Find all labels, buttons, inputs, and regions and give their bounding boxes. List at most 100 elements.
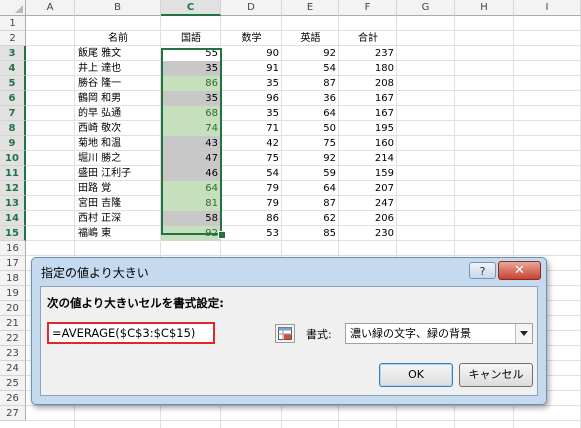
name-cell[interactable]: 勝谷 隆一 — [75, 76, 161, 91]
total-cell[interactable]: 180 — [339, 61, 397, 76]
column-header-h[interactable]: H — [455, 0, 514, 16]
header-cell-sugaku[interactable]: 数学 — [221, 31, 282, 46]
column-header-c[interactable]: C — [161, 0, 221, 16]
row-header-1[interactable]: 1 — [0, 16, 26, 31]
header-cell-name[interactable]: 名前 — [75, 31, 161, 46]
name-cell[interactable]: 堀川 勝之 — [75, 151, 161, 166]
name-cell[interactable]: 井上 達也 — [75, 61, 161, 76]
row-header-12[interactable]: 12 — [0, 181, 26, 196]
total-cell[interactable]: 207 — [339, 181, 397, 196]
row-header-2[interactable]: 2 — [0, 31, 26, 46]
sugaku-cell[interactable]: 42 — [221, 136, 282, 151]
eigo-cell[interactable]: 59 — [282, 166, 339, 181]
sugaku-cell[interactable]: 96 — [221, 91, 282, 106]
name-cell[interactable]: 西崎 敬次 — [75, 121, 161, 136]
row-header-20[interactable]: 20 — [0, 301, 26, 316]
column-header-b[interactable]: B — [75, 0, 161, 16]
name-cell[interactable]: 鶴岡 和男 — [75, 91, 161, 106]
eigo-cell[interactable]: 54 — [282, 61, 339, 76]
total-cell[interactable]: 159 — [339, 166, 397, 181]
total-cell[interactable]: 214 — [339, 151, 397, 166]
row-header-16[interactable]: 16 — [0, 241, 26, 256]
sugaku-cell[interactable]: 54 — [221, 166, 282, 181]
total-cell[interactable]: 167 — [339, 106, 397, 121]
range-picker-button[interactable] — [275, 324, 295, 343]
row-header-22[interactable]: 22 — [0, 331, 26, 346]
eigo-cell[interactable]: 62 — [282, 211, 339, 226]
row-header-7[interactable]: 7 — [0, 106, 26, 121]
sugaku-cell[interactable]: 53 — [221, 226, 282, 241]
row-header-3[interactable]: 3 — [0, 46, 26, 61]
row-header-27[interactable]: 27 — [0, 406, 26, 421]
row-header-9[interactable]: 9 — [0, 136, 26, 151]
cancel-button[interactable]: キャンセル — [459, 363, 533, 387]
header-cell-kokugo[interactable]: 国語 — [161, 31, 221, 46]
sugaku-cell[interactable]: 79 — [221, 181, 282, 196]
row-header-19[interactable]: 19 — [0, 286, 26, 301]
column-header-e[interactable]: E — [282, 0, 339, 16]
ok-button[interactable]: OK — [379, 363, 453, 387]
row-header-26[interactable]: 26 — [0, 391, 26, 406]
eigo-cell[interactable]: 92 — [282, 46, 339, 61]
row-header-24[interactable]: 24 — [0, 361, 26, 376]
name-cell[interactable]: 的早 弘通 — [75, 106, 161, 121]
row-header-15[interactable]: 15 — [0, 226, 26, 241]
eigo-cell[interactable]: 36 — [282, 91, 339, 106]
row-header-6[interactable]: 6 — [0, 91, 26, 106]
column-header-a[interactable]: A — [26, 0, 75, 16]
row-header-17[interactable]: 17 — [0, 256, 26, 271]
row-header-4[interactable]: 4 — [0, 61, 26, 76]
sugaku-cell[interactable]: 75 — [221, 151, 282, 166]
header-cell-total[interactable]: 合計 — [339, 31, 397, 46]
sugaku-cell[interactable]: 35 — [221, 76, 282, 91]
column-header-d[interactable]: D — [221, 0, 282, 16]
header-cell-eigo[interactable]: 英語 — [282, 31, 339, 46]
eigo-cell[interactable]: 92 — [282, 151, 339, 166]
sugaku-cell[interactable]: 71 — [221, 121, 282, 136]
row-header-8[interactable]: 8 — [0, 121, 26, 136]
row-header-18[interactable]: 18 — [0, 271, 26, 286]
eigo-cell[interactable]: 87 — [282, 76, 339, 91]
sugaku-cell[interactable]: 35 — [221, 106, 282, 121]
help-button[interactable]: ? — [469, 262, 496, 279]
close-button[interactable]: ✕ — [498, 261, 541, 280]
name-cell[interactable]: 宮田 吉隆 — [75, 196, 161, 211]
sugaku-cell[interactable]: 79 — [221, 196, 282, 211]
name-cell[interactable]: 飯尾 雅文 — [75, 46, 161, 61]
sugaku-cell[interactable]: 86 — [221, 211, 282, 226]
total-cell[interactable]: 237 — [339, 46, 397, 61]
name-cell[interactable]: 菊地 和温 — [75, 136, 161, 151]
eigo-cell[interactable]: 50 — [282, 121, 339, 136]
total-cell[interactable]: 195 — [339, 121, 397, 136]
row-header-21[interactable]: 21 — [0, 316, 26, 331]
row-header-5[interactable]: 5 — [0, 76, 26, 91]
name-cell[interactable]: 福嶋 東 — [75, 226, 161, 241]
row-header-10[interactable]: 10 — [0, 151, 26, 166]
row-header-14[interactable]: 14 — [0, 211, 26, 226]
column-header-f[interactable]: F — [339, 0, 397, 16]
eigo-cell[interactable]: 75 — [282, 136, 339, 151]
total-cell[interactable]: 160 — [339, 136, 397, 151]
name-cell[interactable]: 西村 正深 — [75, 211, 161, 226]
column-header-g[interactable]: G — [397, 0, 455, 16]
total-cell[interactable]: 167 — [339, 91, 397, 106]
select-all-corner[interactable] — [0, 0, 26, 16]
total-cell[interactable]: 247 — [339, 196, 397, 211]
fill-handle[interactable] — [218, 231, 226, 239]
row-header-25[interactable]: 25 — [0, 376, 26, 391]
eigo-cell[interactable]: 64 — [282, 181, 339, 196]
total-cell[interactable]: 230 — [339, 226, 397, 241]
row-header-23[interactable]: 23 — [0, 346, 26, 361]
total-cell[interactable]: 208 — [339, 76, 397, 91]
name-cell[interactable]: 盛田 江利子 — [75, 166, 161, 181]
sugaku-cell[interactable]: 91 — [221, 61, 282, 76]
value-input[interactable]: =AVERAGE($C$3:$C$15) — [47, 322, 215, 344]
format-dropdown[interactable]: 濃い緑の文字、緑の背景 — [345, 323, 533, 344]
eigo-cell[interactable]: 64 — [282, 106, 339, 121]
name-cell[interactable]: 田路 覚 — [75, 181, 161, 196]
row-header-11[interactable]: 11 — [0, 166, 26, 181]
sugaku-cell[interactable]: 90 — [221, 46, 282, 61]
eigo-cell[interactable]: 85 — [282, 226, 339, 241]
chevron-down-icon[interactable] — [515, 324, 532, 343]
total-cell[interactable]: 206 — [339, 211, 397, 226]
